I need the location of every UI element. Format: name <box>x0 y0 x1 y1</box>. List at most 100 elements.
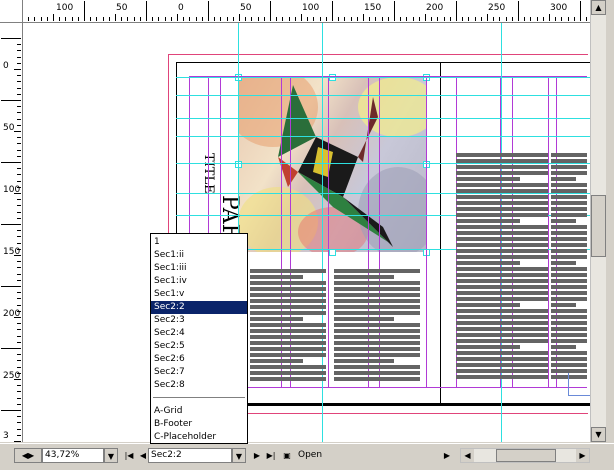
page-menu-item[interactable]: Sec1:ii <box>151 249 247 262</box>
zoom-field[interactable]: 43,72% <box>42 448 104 463</box>
master-menu-item[interactable]: B-Footer <box>151 418 247 431</box>
scroll-down-button[interactable]: ▼ <box>591 427 606 442</box>
ruler-tick <box>127 17 129 21</box>
page-menu-item[interactable]: Sec1:iii <box>151 262 247 275</box>
ruler-label: 0 <box>178 3 184 13</box>
page-menu-item[interactable]: Sec2:5 <box>151 340 247 353</box>
page-menu-item[interactable]: 1 <box>151 236 247 249</box>
page-field[interactable]: Sec2:2 <box>148 448 232 463</box>
ruler-tick <box>561 17 563 21</box>
text-line <box>551 183 587 187</box>
master-menu-item[interactable]: A-Grid <box>151 405 247 418</box>
ruler-tick <box>214 17 216 21</box>
pasteboard[interactable]: TITLE PAF <box>23 23 590 442</box>
page-menu-item[interactable]: Sec2:6 <box>151 353 247 366</box>
origami-image-frame[interactable] <box>238 77 426 252</box>
ruler-label: 150 <box>364 3 382 13</box>
scroll-up-button[interactable]: ▲ <box>591 0 606 15</box>
master-menu-item[interactable]: C-Placeholder <box>151 431 247 444</box>
text-line <box>456 195 548 199</box>
text-line <box>456 369 548 373</box>
ruler-guide[interactable] <box>176 163 590 164</box>
page-menu-item[interactable]: Sec2:4 <box>151 327 247 340</box>
ruler-guide[interactable] <box>176 95 590 96</box>
last-page-icon[interactable]: ▶| <box>264 448 278 463</box>
text-line <box>551 255 587 259</box>
page-menu-item[interactable]: Sec2:3 <box>151 314 247 327</box>
ruler-tick <box>288 17 290 21</box>
text-line <box>456 237 548 241</box>
ruler-guide[interactable] <box>176 77 590 78</box>
ruler-tick <box>40 17 42 21</box>
ruler-tick <box>17 372 21 374</box>
vertical-scrollbar[interactable]: ▲ ▼ <box>590 0 606 442</box>
ruler-tick <box>307 17 309 21</box>
first-page-icon[interactable]: |◀ <box>122 448 136 463</box>
text-line <box>456 375 548 379</box>
ruler-tick <box>369 17 371 21</box>
ruler-origin[interactable] <box>0 0 23 23</box>
ruler-tick <box>17 143 21 145</box>
text-line <box>551 351 587 355</box>
ruler-tick <box>71 17 73 21</box>
ruler-label: 50 <box>3 123 15 133</box>
text-line <box>551 249 587 253</box>
ruler-tick <box>480 17 482 21</box>
horizontal-scroll-thumb[interactable] <box>496 449 556 462</box>
page-menu-item[interactable]: Sec1:v <box>151 288 247 301</box>
ruler-tick <box>17 211 21 213</box>
ruler-tick <box>14 441 21 442</box>
spread-spine <box>440 62 441 404</box>
text-line <box>456 363 548 367</box>
scroll-left-button[interactable]: ◀ <box>461 449 474 462</box>
ruler-tick <box>17 186 21 188</box>
ruler-label: 50 <box>116 3 128 13</box>
horizontal-ruler[interactable]: 100 50 0 50 100 150 200 250 300 <box>0 0 590 23</box>
text-line <box>456 201 548 205</box>
resize-grip-icon[interactable] <box>592 448 606 463</box>
page-dropdown-menu[interactable]: 1 Sec1:ii Sec1:iii Sec1:iv Sec1:v Sec2:2… <box>150 233 248 444</box>
resize-handle[interactable] <box>329 249 336 256</box>
ruler-tick <box>17 236 21 238</box>
page-menu-item[interactable]: Sec2:8 <box>151 379 247 392</box>
ruler-tick <box>14 69 21 70</box>
scroll-right-button[interactable]: ▶ <box>576 449 589 462</box>
text-line <box>456 177 521 181</box>
page-menu-item[interactable]: Sec1:iv <box>151 275 247 288</box>
ruler-tick <box>524 17 526 21</box>
page-menu-item[interactable]: Sec2:7 <box>151 366 247 379</box>
ruler-tick <box>17 273 21 275</box>
ruler-tick <box>263 17 265 21</box>
page-dropdown-icon[interactable]: ▼ <box>232 448 246 463</box>
margin-guide <box>189 387 587 388</box>
ruler-guide[interactable] <box>176 136 590 137</box>
ruler-tick <box>462 17 464 21</box>
ruler-tick <box>28 17 30 21</box>
ruler-tick <box>338 17 340 21</box>
ruler-tick <box>195 17 197 21</box>
ruler-guide[interactable] <box>176 193 590 194</box>
ruler-tick <box>325 17 327 21</box>
document-status-icon: ▣ <box>283 451 291 460</box>
ruler-tick <box>1 38 21 39</box>
text-line <box>334 353 420 357</box>
open-menu-icon[interactable]: ▶ <box>440 448 454 463</box>
text-line <box>456 327 548 331</box>
text-line <box>250 347 326 351</box>
ruler-tick <box>14 193 21 194</box>
scroll-thumb[interactable] <box>591 195 606 257</box>
text-line <box>250 305 326 309</box>
horizontal-scrollbar[interactable]: ◀ ▶ <box>460 448 590 463</box>
ruler-guide[interactable] <box>176 118 590 119</box>
ruler-tick <box>14 255 21 256</box>
ruler-tick <box>17 341 21 343</box>
zoom-dropdown-icon[interactable]: ▼ <box>104 448 118 463</box>
ruler-tick <box>17 199 21 201</box>
ruler-label: 3 <box>3 431 9 441</box>
page-menu-item-selected[interactable]: Sec2:2 <box>151 301 247 314</box>
view-toggle-icon[interactable]: ◀▶ <box>14 448 42 463</box>
vertical-ruler[interactable]: 0 50 100 150 200 250 3 <box>0 22 23 455</box>
text-line <box>456 171 548 175</box>
next-page-icon[interactable]: ▶ <box>250 448 264 463</box>
status-bar: ◀▶ 43,72% ▼ |◀ ◀ Sec2:2 ▼ ▶ ▶| ▣ Open ▶ … <box>0 443 614 470</box>
